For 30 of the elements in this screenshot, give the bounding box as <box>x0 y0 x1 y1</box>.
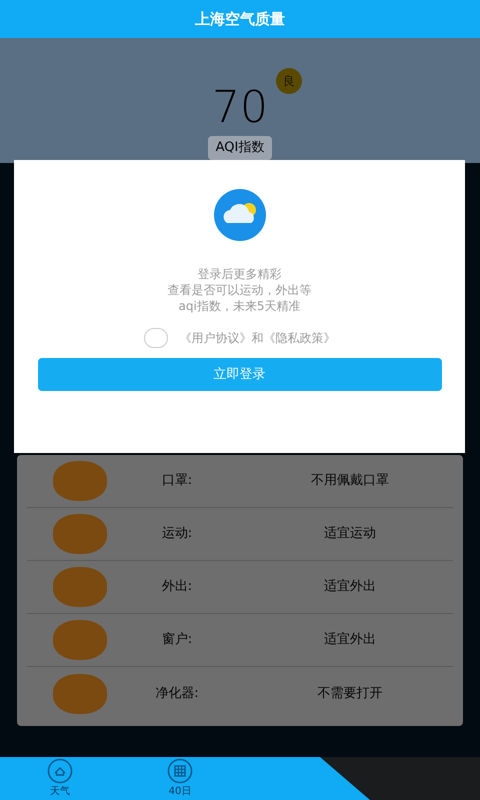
agreement-link[interactable]: 《用户协议》和《隐私政策》 <box>180 329 336 347</box>
advice-value: 适宜外出 <box>323 631 377 650</box>
advice-value: 适宜外出 <box>323 578 377 596</box>
advice-icon <box>53 461 107 501</box>
advice-value: 适宜运动 <box>323 525 377 544</box>
promo-text: 查看是否可以运动，外出等 <box>168 282 312 298</box>
tab-item[interactable]: 天气 <box>0 757 120 800</box>
login-button[interactable]: 立即登录 <box>38 358 442 391</box>
promo-text: 登录后更多精彩 <box>198 266 282 282</box>
grade-badge: 良 <box>276 68 302 94</box>
agree-checkbox[interactable] <box>144 328 168 348</box>
page-title: 上海空气质量 <box>195 8 285 30</box>
advice-label: 窗户: <box>160 631 194 650</box>
tab-item[interactable]: 40日 <box>120 757 240 800</box>
cloud-sun-logo <box>212 188 266 242</box>
grid-icon <box>167 758 193 784</box>
advice-label: 运动: <box>160 525 194 544</box>
advice-label: 外出: <box>160 578 194 596</box>
advice-icon <box>53 514 107 554</box>
advice-icon <box>53 567 107 607</box>
advice-label: 口罩: <box>160 472 194 490</box>
aqi-value: 70 <box>212 82 268 133</box>
promo-text: aqi指数，未来5天精准 <box>178 298 300 314</box>
advice-icon <box>53 620 107 660</box>
home-icon <box>47 758 73 784</box>
aqi-label: AQI指数 <box>208 136 272 160</box>
advice-value: 不用佩戴口罩 <box>310 472 390 490</box>
advice-label: 净化器: <box>154 684 200 703</box>
advice-value: 不需要打开 <box>316 684 384 703</box>
advice-icon <box>53 674 107 714</box>
